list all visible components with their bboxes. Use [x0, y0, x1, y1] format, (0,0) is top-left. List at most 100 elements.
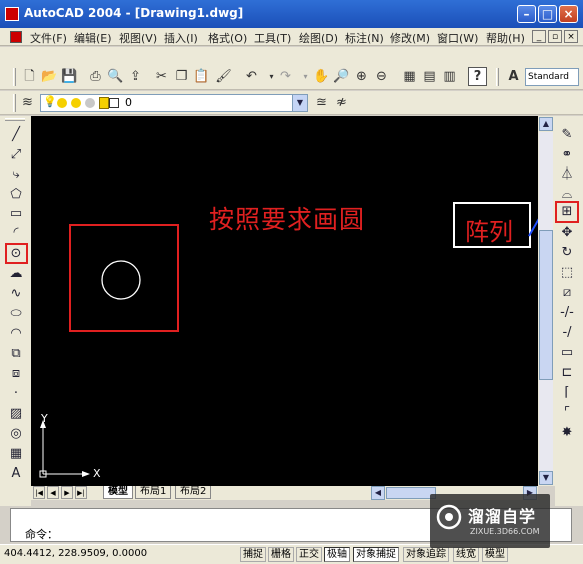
tab-layout1[interactable]: 布局1 [135, 486, 172, 499]
first-tab-icon[interactable]: |◀ [33, 486, 45, 499]
horizontal-scroll-thumb[interactable] [386, 487, 436, 499]
menu-dimension[interactable]: 标注(N) [345, 30, 384, 46]
chamfer-icon[interactable]: ⌈ [558, 384, 576, 402]
new-file-icon[interactable]: 🗋 [20, 67, 39, 86]
undo-icon[interactable]: ↶ [242, 67, 261, 86]
maximize-button[interactable]: □ [538, 5, 557, 23]
next-tab-icon[interactable]: ▶ [61, 486, 73, 499]
last-tab-icon[interactable]: ▶| [75, 486, 87, 499]
menu-modify[interactable]: 修改(M) [390, 30, 430, 46]
print-preview-icon[interactable]: 🔍 [106, 67, 125, 86]
break-icon[interactable]: ⊏ [558, 364, 576, 382]
layer-previous-icon[interactable]: ≉ [332, 93, 351, 112]
help-icon[interactable]: ? [468, 67, 487, 86]
make-block-icon[interactable]: ⧈ [7, 365, 25, 383]
drawn-circle[interactable] [99, 258, 143, 302]
zoom-window-icon[interactable]: ⊕ [352, 67, 371, 86]
construction-line-icon[interactable]: ⤢ [7, 146, 25, 164]
properties-icon[interactable]: ▦ [400, 67, 419, 86]
minimize-button[interactable]: – [517, 5, 536, 23]
text-style-icon[interactable]: A [504, 67, 523, 86]
document-icon[interactable] [10, 31, 22, 43]
menu-insert[interactable]: 插入(I) [164, 30, 198, 46]
osnap-toggle[interactable]: 对象捕捉 [353, 547, 399, 562]
cut-icon[interactable]: ✂ [152, 67, 171, 86]
print-icon[interactable]: ⎙ [86, 67, 105, 86]
lineweight-toggle[interactable]: 线宽 [453, 547, 479, 562]
open-file-icon[interactable]: 📂 [40, 67, 59, 86]
doc-restore-button[interactable]: ▫ [548, 30, 562, 43]
save-icon[interactable]: 💾 [60, 67, 79, 86]
break-at-point-icon[interactable]: ▭ [558, 344, 576, 362]
extend-icon[interactable]: -/ [558, 324, 576, 342]
otrack-toggle[interactable]: 对象追踪 [403, 547, 449, 562]
revision-cloud-icon[interactable]: ☁ [7, 265, 25, 283]
circle-icon[interactable]: ⊙ [7, 245, 25, 263]
stretch-icon[interactable]: ⧄ [558, 284, 576, 302]
redo-icon[interactable]: ↷ [276, 67, 295, 86]
mirror-icon[interactable]: ⏃ [558, 166, 576, 184]
design-center-icon[interactable]: ▤ [420, 67, 439, 86]
spline-icon[interactable]: ∿ [7, 285, 25, 303]
tool-palettes-icon[interactable]: ▥ [440, 67, 459, 86]
zoom-previous-icon[interactable]: ⊖ [372, 67, 391, 86]
copy-icon[interactable]: ❐ [172, 67, 191, 86]
menu-format[interactable]: 格式(O) [208, 30, 247, 46]
rotate-icon[interactable]: ↻ [558, 244, 576, 262]
array-icon[interactable]: ⊞ [558, 203, 576, 221]
tab-layout2[interactable]: 布局2 [175, 486, 212, 499]
close-button[interactable]: × [559, 5, 578, 23]
ortho-toggle[interactable]: 正交 [296, 547, 322, 562]
polyline-icon[interactable]: ⤷ [7, 166, 25, 184]
fillet-icon[interactable]: ⌜ [558, 404, 576, 422]
menu-edit[interactable]: 编辑(E) [74, 30, 112, 46]
model-toggle[interactable]: 模型 [482, 547, 508, 562]
text-style-select[interactable]: Standard [525, 68, 579, 86]
point-icon[interactable]: · [7, 385, 25, 403]
line-icon[interactable]: ╱ [7, 126, 25, 144]
menu-file[interactable]: 文件(F) [30, 30, 67, 46]
menu-tools[interactable]: 工具(T) [254, 30, 291, 46]
insert-block-icon[interactable]: ⧉ [7, 345, 25, 363]
snap-toggle[interactable]: 捕捉 [240, 547, 266, 562]
polygon-icon[interactable]: ⬠ [7, 186, 25, 204]
scale-icon[interactable]: ⬚ [558, 264, 576, 282]
tab-model[interactable]: 模型 [103, 486, 133, 499]
zoom-realtime-icon[interactable]: 🔎 [332, 67, 351, 86]
ellipse-arc-icon[interactable]: ◠ [7, 325, 25, 343]
scroll-thumb[interactable] [539, 230, 553, 380]
toolbar-grip[interactable] [13, 94, 16, 112]
doc-close-button[interactable]: × [564, 30, 578, 43]
table-icon[interactable]: ▦ [7, 445, 25, 463]
paste-icon[interactable]: 📋 [192, 67, 211, 86]
doc-minimize-button[interactable]: _ [532, 30, 546, 43]
explode-icon[interactable]: ✸ [558, 424, 576, 442]
chevron-down-icon[interactable]: ▼ [292, 95, 307, 111]
prev-tab-icon[interactable]: ◀ [47, 486, 59, 499]
ellipse-icon[interactable]: ⬭ [7, 305, 25, 323]
toolbar-grip[interactable] [5, 118, 25, 121]
toolbar-grip[interactable] [13, 68, 16, 86]
hatch-icon[interactable]: ▨ [7, 405, 25, 423]
rectangle-icon[interactable]: ▭ [7, 205, 25, 223]
erase-icon[interactable]: ✎ [558, 126, 576, 144]
copy-object-icon[interactable]: ⚭ [558, 146, 576, 164]
region-icon[interactable]: ◎ [7, 425, 25, 443]
match-properties-icon[interactable]: 🖌 [214, 67, 233, 86]
make-object-layer-current-icon[interactable]: ≊ [312, 93, 331, 112]
drawing-canvas[interactable]: 按照要求画圆 阵列 Y X [31, 116, 538, 486]
vertical-scrollbar[interactable]: ▲ ▼ [538, 116, 555, 486]
toolbar-grip[interactable] [496, 68, 499, 86]
menu-window[interactable]: 窗口(W) [437, 30, 478, 46]
menu-view[interactable]: 视图(V) [119, 30, 157, 46]
scroll-up-arrow-icon[interactable]: ▲ [539, 117, 553, 131]
arc-icon[interactable]: ◜ [7, 224, 25, 242]
layer-select[interactable]: 💡 0 ▼ [40, 94, 308, 112]
menu-draw[interactable]: 绘图(D) [299, 30, 338, 46]
layer-manager-icon[interactable]: ≋ [18, 93, 37, 112]
scroll-track[interactable] [539, 132, 553, 472]
polar-toggle[interactable]: 极轴 [324, 547, 350, 562]
scroll-down-arrow-icon[interactable]: ▼ [539, 471, 553, 485]
move-icon[interactable]: ✥ [558, 224, 576, 242]
trim-icon[interactable]: -/- [558, 304, 576, 322]
